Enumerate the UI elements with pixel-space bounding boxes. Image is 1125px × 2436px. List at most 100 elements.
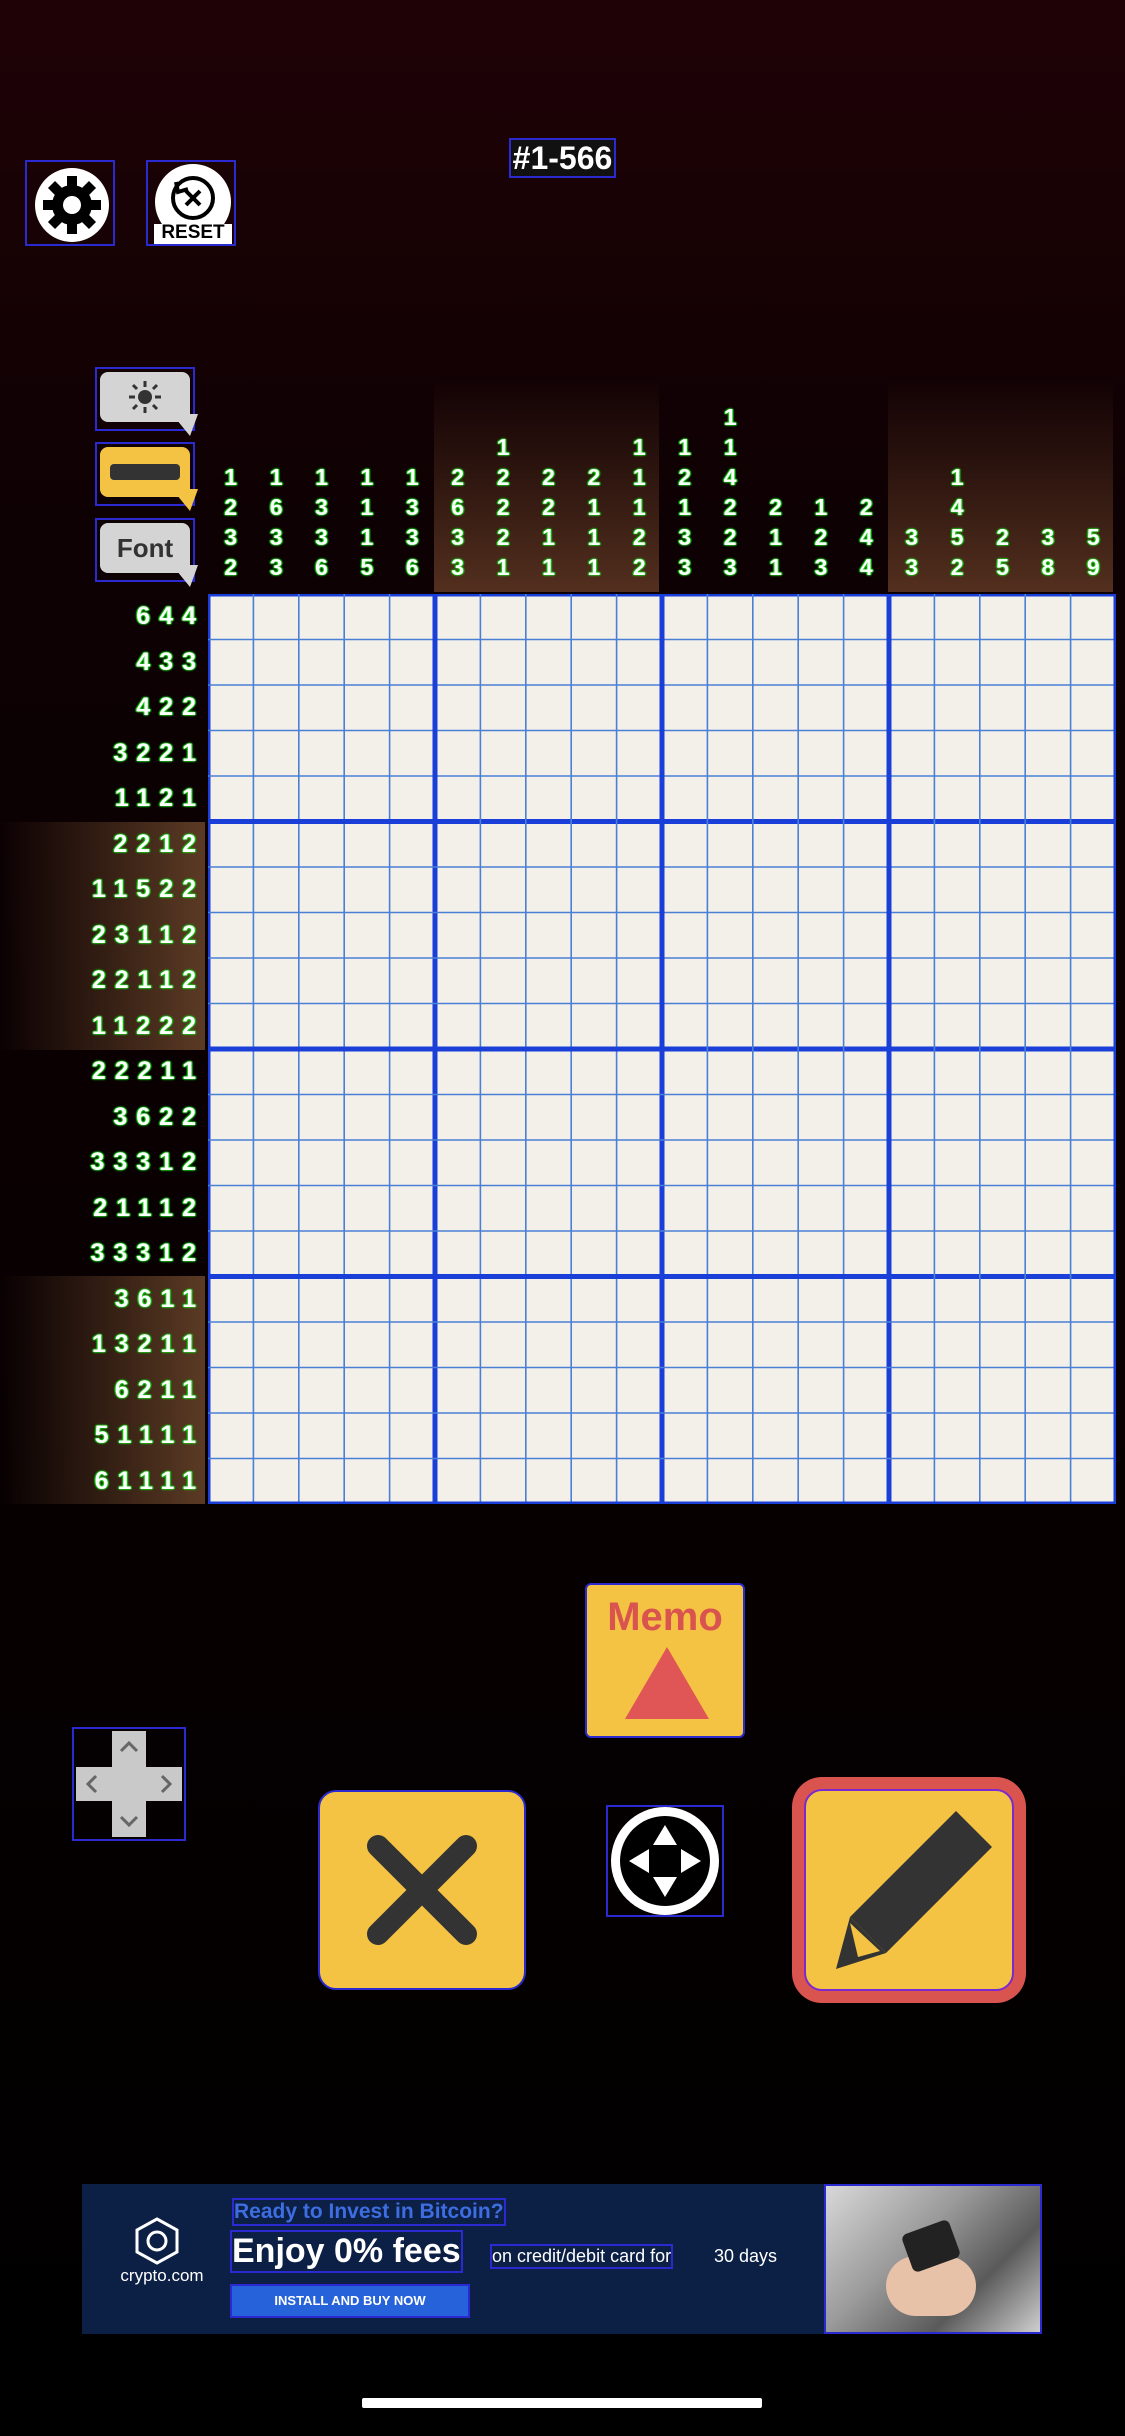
row-clue: 3221 bbox=[113, 738, 205, 767]
row-clue: 61111 bbox=[94, 1466, 205, 1495]
column-clue-number: 1 bbox=[542, 554, 555, 580]
column-clue-number: 3 bbox=[723, 554, 737, 580]
column-clue-number: 5 bbox=[950, 524, 964, 550]
column-clue-number: 3 bbox=[905, 554, 919, 580]
memo-button[interactable]: Memo bbox=[585, 1583, 745, 1738]
column-clue-number: 1 bbox=[814, 494, 828, 520]
pencil-icon bbox=[836, 1811, 992, 1969]
move-button[interactable] bbox=[606, 1805, 724, 1917]
pencil-button[interactable] bbox=[804, 1789, 1014, 1991]
column-clue-number: 1 bbox=[769, 524, 782, 550]
column-clue-number: 1 bbox=[723, 404, 737, 430]
row-clue: 33312 bbox=[90, 1239, 205, 1267]
ad-photo bbox=[824, 2184, 1042, 2334]
ad-cta-button[interactable]: INSTALL AND BUY NOW bbox=[230, 2284, 470, 2318]
column-clue-number: 1 bbox=[269, 464, 283, 490]
ad-banner[interactable]: crypto.com Ready to Invest in Bitcoin? E… bbox=[82, 2184, 1042, 2334]
column-clue-number: 2 bbox=[678, 464, 692, 490]
column-clue-number: 8 bbox=[1041, 554, 1055, 580]
column-clue-number: 1 bbox=[678, 434, 692, 460]
column-clue-number: 2 bbox=[496, 494, 510, 520]
column-clue-number: 2 bbox=[451, 464, 465, 490]
column-clue-number: 4 bbox=[859, 554, 873, 580]
column-clue-number: 1 bbox=[678, 494, 692, 520]
column-clue-number: 1 bbox=[632, 494, 646, 520]
reset-button[interactable]: RESET bbox=[146, 160, 236, 246]
column-clue-number: 6 bbox=[269, 494, 283, 520]
row-clue: 422 bbox=[136, 693, 205, 721]
dpad-icon bbox=[76, 1731, 182, 1837]
brightness-button[interactable] bbox=[95, 367, 199, 436]
column-clue-number: 6 bbox=[315, 554, 328, 580]
column-clue-number: 1 bbox=[496, 554, 510, 580]
column-clue-number: 3 bbox=[405, 494, 419, 520]
home-indicator[interactable] bbox=[362, 2398, 762, 2408]
column-clue-number: 4 bbox=[723, 464, 737, 490]
column-clue-number: 2 bbox=[814, 524, 828, 550]
cross-button[interactable] bbox=[318, 1790, 526, 1990]
column-clue-number: 1 bbox=[360, 524, 374, 550]
column-clue-number: 2 bbox=[723, 494, 737, 520]
column-clue-number: 2 bbox=[723, 524, 737, 550]
sun-icon bbox=[129, 381, 161, 413]
column-clue-number: 2 bbox=[587, 464, 601, 490]
column-clue-number: 2 bbox=[859, 494, 873, 520]
column-clue-number: 1 bbox=[587, 494, 601, 520]
ad-offer-detail: on credit/debit card for bbox=[489, 2244, 674, 2269]
column-clue-number: 1 bbox=[950, 464, 964, 490]
column-clue-number: 3 bbox=[814, 554, 828, 580]
column-clue-number: 2 bbox=[542, 464, 555, 490]
bubble bbox=[100, 447, 199, 511]
column-clue-number: 4 bbox=[859, 524, 873, 550]
row-clue: 3611 bbox=[114, 1284, 205, 1313]
settings-button[interactable] bbox=[25, 160, 115, 246]
memo-label: Memo bbox=[607, 1595, 723, 1639]
column-clue-number: 3 bbox=[405, 524, 419, 550]
ad-offer: Enjoy 0% fees bbox=[230, 2230, 463, 2273]
column-clue-number: 5 bbox=[996, 554, 1009, 580]
ad-offer-days: 30 days bbox=[714, 2246, 778, 2266]
column-clue-number: 3 bbox=[1041, 524, 1055, 550]
column-clue-number: 2 bbox=[224, 554, 238, 580]
font-button[interactable]: Font bbox=[95, 518, 199, 587]
column-clue-number: 3 bbox=[451, 524, 465, 550]
triangle-icon bbox=[625, 1647, 709, 1719]
column-clue-number: 1 bbox=[496, 434, 510, 460]
column-clue-number: 5 bbox=[1086, 524, 1100, 550]
column-clue-number: 1 bbox=[360, 464, 374, 490]
column-clue-number: 2 bbox=[496, 524, 510, 550]
column-clue-number: 6 bbox=[451, 494, 465, 520]
column-clue-number: 2 bbox=[632, 524, 646, 550]
bubble bbox=[100, 372, 199, 436]
column-clue-number: 6 bbox=[405, 554, 419, 580]
column-clue-number: 1 bbox=[769, 554, 782, 580]
column-clue-number: 2 bbox=[950, 554, 964, 580]
column-clue-number: 1 bbox=[224, 464, 238, 490]
hint-display-button[interactable] bbox=[95, 442, 199, 511]
row-clue: 3622 bbox=[113, 1102, 205, 1131]
row-clue: 433 bbox=[136, 647, 205, 676]
font-label: Font bbox=[116, 533, 174, 563]
row-clue: 33312 bbox=[90, 1148, 205, 1176]
puzzle-grid[interactable] bbox=[208, 594, 1116, 1504]
crypto-logo-icon bbox=[135, 2217, 179, 2265]
reset-label: RESET bbox=[161, 222, 225, 243]
row-clue: 51111 bbox=[94, 1421, 205, 1449]
column-clue-number: 1 bbox=[360, 494, 374, 520]
row-clue: 22211 bbox=[91, 1057, 205, 1085]
column-clue-number: 1 bbox=[632, 464, 646, 490]
row-clue: 21112 bbox=[93, 1193, 205, 1222]
row-clue: 13211 bbox=[91, 1330, 205, 1358]
row-clue: 11222 bbox=[91, 1011, 205, 1040]
column-clue-number: 3 bbox=[451, 554, 465, 580]
ad-brand: crypto.com bbox=[120, 2266, 204, 2285]
gear-icon bbox=[35, 168, 109, 242]
column-clue-number: 3 bbox=[269, 554, 283, 580]
row-clue: 22112 bbox=[91, 966, 205, 994]
row-clue: 6211 bbox=[114, 1375, 205, 1404]
row-clue: 2212 bbox=[113, 829, 205, 858]
column-clue-number: 2 bbox=[996, 524, 1009, 550]
dpad-button[interactable] bbox=[72, 1727, 186, 1841]
column-clue-number: 4 bbox=[950, 494, 964, 520]
column-clue-number: 2 bbox=[496, 464, 510, 490]
